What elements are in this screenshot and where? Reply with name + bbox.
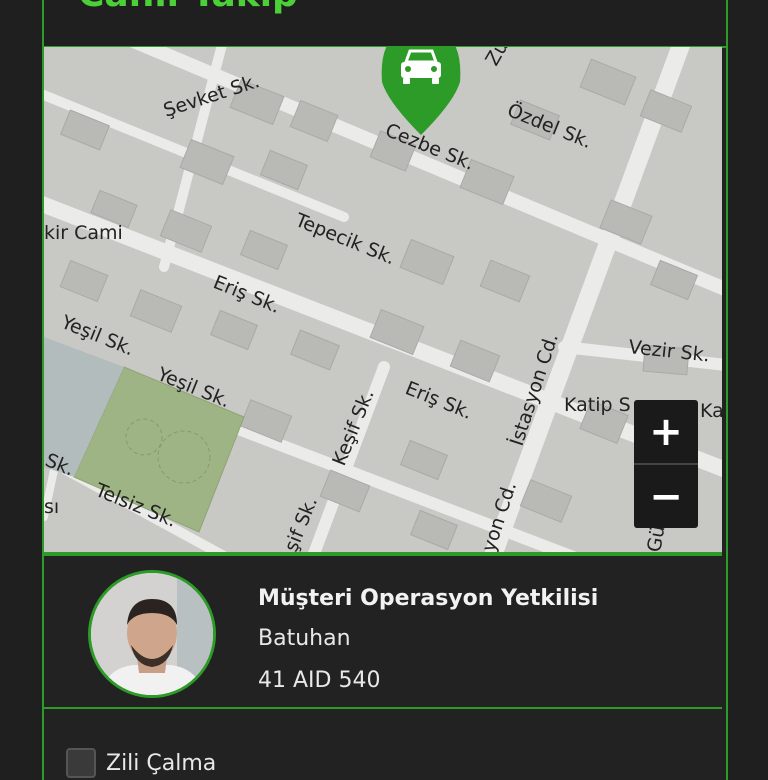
- map-canvas[interactable]: Şevket Sk. Cezbe Sk. Özdel Sk. Zü kir Ca…: [44, 47, 722, 553]
- zoom-in-button[interactable]: +: [634, 400, 698, 463]
- vehicle-plate: 41 AID 540: [258, 668, 381, 693]
- zoom-controls: + −: [634, 400, 698, 528]
- zoom-out-button[interactable]: −: [634, 465, 698, 528]
- street-label-cami: kir Cami: [44, 222, 123, 244]
- street-label-ka: Ka: [700, 400, 722, 422]
- live-map[interactable]: Şevket Sk. Cezbe Sk. Özdel Sk. Zü kir Ca…: [44, 47, 722, 553]
- driver-role: Müşteri Operasyon Yetkilisi: [258, 586, 599, 611]
- street-label-katip: Katip S: [564, 394, 631, 416]
- street-label-si: sı: [44, 496, 59, 518]
- driver-info-card: Müşteri Operasyon Yetkilisi Batuhan 41 A…: [44, 556, 722, 709]
- person-portrait-icon: [91, 573, 213, 695]
- ring-option-label: Zili Çalma: [106, 750, 217, 776]
- driver-name: Batuhan: [258, 626, 351, 651]
- avatar: [88, 570, 216, 698]
- page-title: Canlı Takip: [78, 0, 298, 15]
- ring-checkbox[interactable]: [66, 748, 96, 778]
- street-label-gu: Gü: [643, 524, 669, 553]
- ring-option[interactable]: Zili Çalma: [66, 748, 216, 778]
- panel-header: Canlı Takip: [44, 0, 726, 48]
